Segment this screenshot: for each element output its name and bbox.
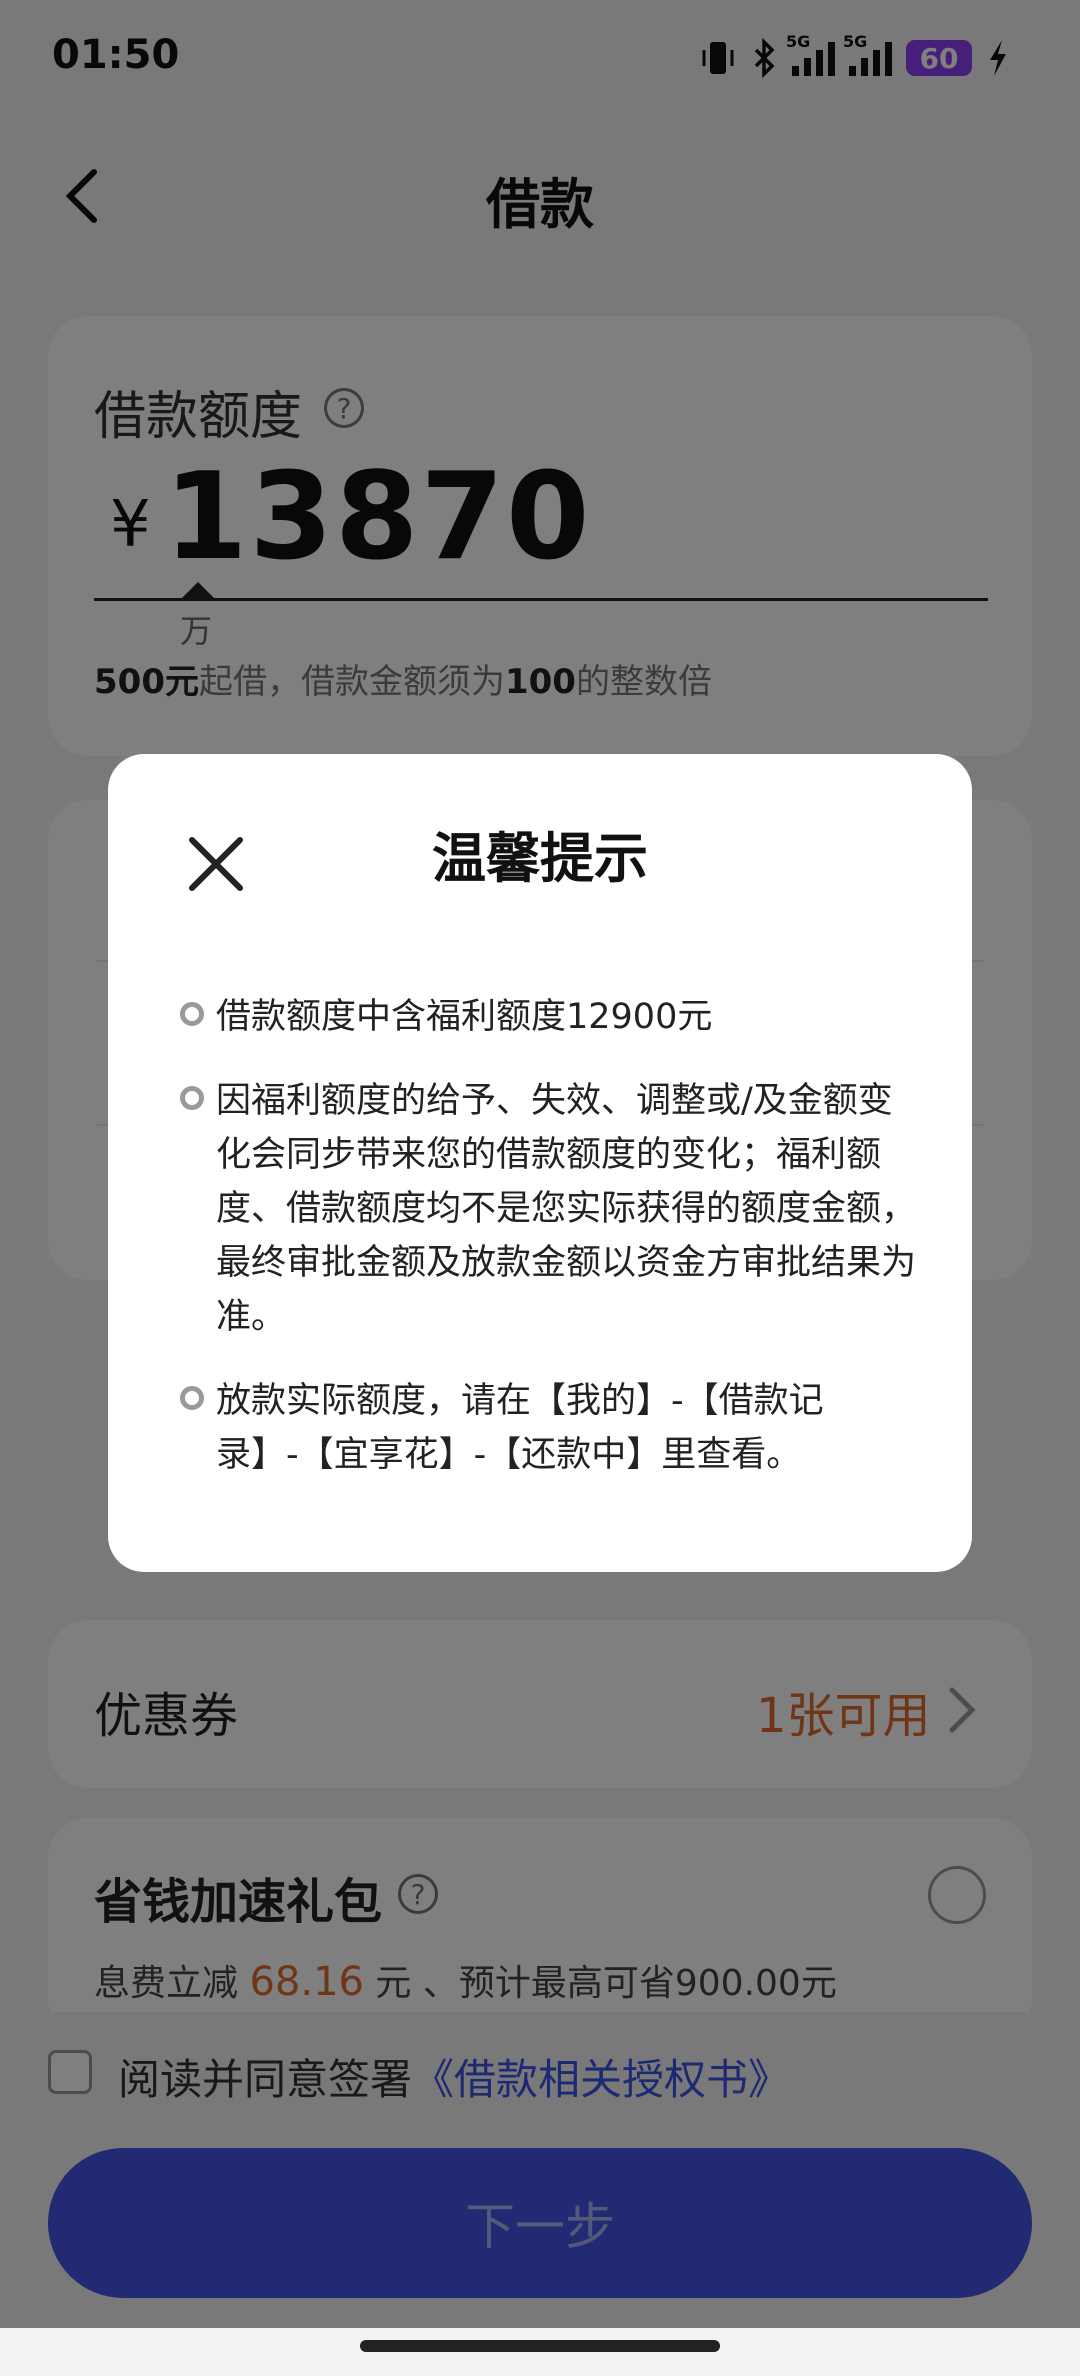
dialog-title: 温馨提示 — [432, 827, 648, 890]
dialog-item-3: 放款实际额度，请在【我的】-【借款记录】-【宜享花】-【还款中】里查看。 — [216, 1381, 824, 1475]
bullet-icon — [180, 1086, 204, 1110]
home-indicator[interactable] — [360, 2340, 720, 2352]
dialog-item-1: 借款额度中含福利额度12900元 — [216, 997, 713, 1037]
bullet-icon — [180, 1002, 204, 1026]
dialog-item-2: 因福利额度的给予、失效、调整或/及金额变化会同步带来您的借款额度的变化；福利额度… — [216, 1081, 917, 1337]
bullet-icon — [180, 1386, 204, 1410]
